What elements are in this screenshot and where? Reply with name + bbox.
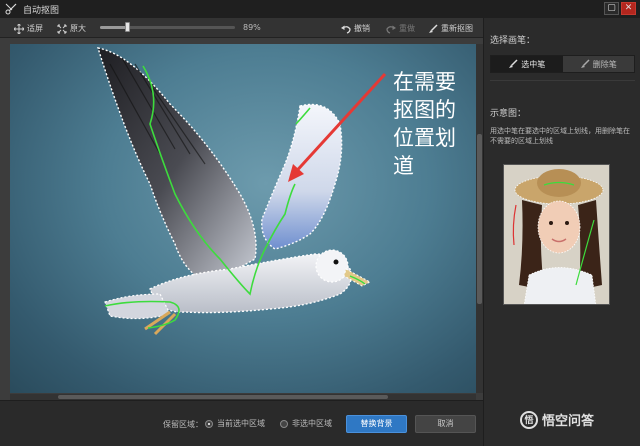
- horizontal-scroll-thumb[interactable]: [58, 395, 388, 399]
- dark-wing: [96, 47, 257, 285]
- delete-brush-tab[interactable]: 删除笔: [563, 56, 635, 72]
- gull-head: [315, 249, 349, 283]
- bottom-bar: 保留区域： 当前选中区域 非选中区域 替换背景 取消: [0, 400, 483, 446]
- radio-current-dot[interactable]: [205, 419, 213, 428]
- restore-button[interactable]: ▢: [604, 2, 619, 15]
- vertical-scrollbar[interactable]: [476, 44, 483, 393]
- zoom-value: 89%: [243, 23, 261, 32]
- toolbar: 适屏 原大 89% 撤销 重做 重新抠图: [0, 18, 483, 38]
- scissors-app-icon: [5, 3, 17, 15]
- window-title: 自动抠图: [23, 5, 60, 16]
- panel-divider: [490, 80, 635, 81]
- zoom-slider[interactable]: [100, 22, 235, 32]
- fit-screen-button[interactable]: 适屏: [14, 23, 43, 34]
- watermark-logo-icon: 悟: [520, 410, 538, 429]
- delete-brush-icon: [580, 59, 590, 68]
- instruction-annotation: 在需要抠图的位置划道: [393, 70, 456, 178]
- sample-girl-image: [504, 165, 609, 304]
- watermark-text: 悟空问答: [542, 414, 595, 429]
- undo-button[interactable]: 撤销: [341, 23, 370, 34]
- undo-icon: [341, 25, 351, 34]
- brush-tabs: 选中笔 删除笔: [490, 55, 635, 73]
- brush-hint-text: 用选中笔在要选中的区域上划线，用删除笔在不需要的区域上划线: [490, 127, 630, 145]
- radio-non-dot[interactable]: [280, 419, 288, 428]
- cancel-button[interactable]: 取消: [415, 415, 476, 433]
- redo-button[interactable]: 重做: [386, 23, 415, 34]
- original-size-label: 原大: [70, 24, 86, 33]
- brush-section-title: 选择画笔：: [490, 36, 536, 46]
- light-wing: [261, 103, 343, 250]
- zoom-slider-handle[interactable]: [125, 22, 130, 32]
- close-button[interactable]: ✕: [621, 2, 636, 15]
- radio-current-label: 当前选中区域: [217, 419, 265, 428]
- select-brush-icon: [509, 59, 518, 68]
- original-size-button[interactable]: 原大: [57, 23, 86, 34]
- keep-region-label: 保留区域：: [163, 420, 203, 429]
- undo-label: 撤销: [354, 24, 370, 33]
- window-controls: ▢ ✕: [604, 2, 636, 15]
- zoom-slider-fill: [100, 26, 127, 29]
- radio-current-selection[interactable]: 当前选中区域: [205, 418, 265, 429]
- reset-cutout-label: 重新抠图: [441, 24, 473, 33]
- select-brush-label: 选中笔: [521, 59, 546, 69]
- delete-brush-label: 删除笔: [592, 59, 617, 69]
- title-bar: 自动抠图 ▢ ✕: [0, 0, 640, 18]
- redo-icon: [386, 25, 396, 34]
- radio-non-selection[interactable]: 非选中区域: [280, 418, 332, 429]
- right-panel: 选择画笔： 选中笔 删除笔 示意图： 用选中笔在要选中的区域上划线，用删除笔在不…: [483, 18, 640, 446]
- gull-eye: [333, 259, 339, 265]
- sample-section-title: 示意图：: [490, 109, 527, 119]
- watermark: 悟 悟空问答: [520, 410, 594, 429]
- reset-cutout-button[interactable]: 重新抠图: [428, 23, 473, 34]
- redo-label: 重做: [399, 24, 415, 33]
- vertical-scroll-thumb[interactable]: [477, 134, 482, 304]
- brush-reset-icon: [429, 23, 438, 33]
- original-size-icon: [57, 24, 67, 33]
- radio-non-label: 非选中区域: [292, 419, 332, 428]
- sample-illustration: [503, 164, 610, 305]
- fit-screen-icon: [14, 23, 24, 34]
- select-brush-tab[interactable]: 选中笔: [491, 56, 563, 72]
- fit-screen-label: 适屏: [27, 24, 43, 33]
- replace-background-button[interactable]: 替换背景: [346, 415, 407, 433]
